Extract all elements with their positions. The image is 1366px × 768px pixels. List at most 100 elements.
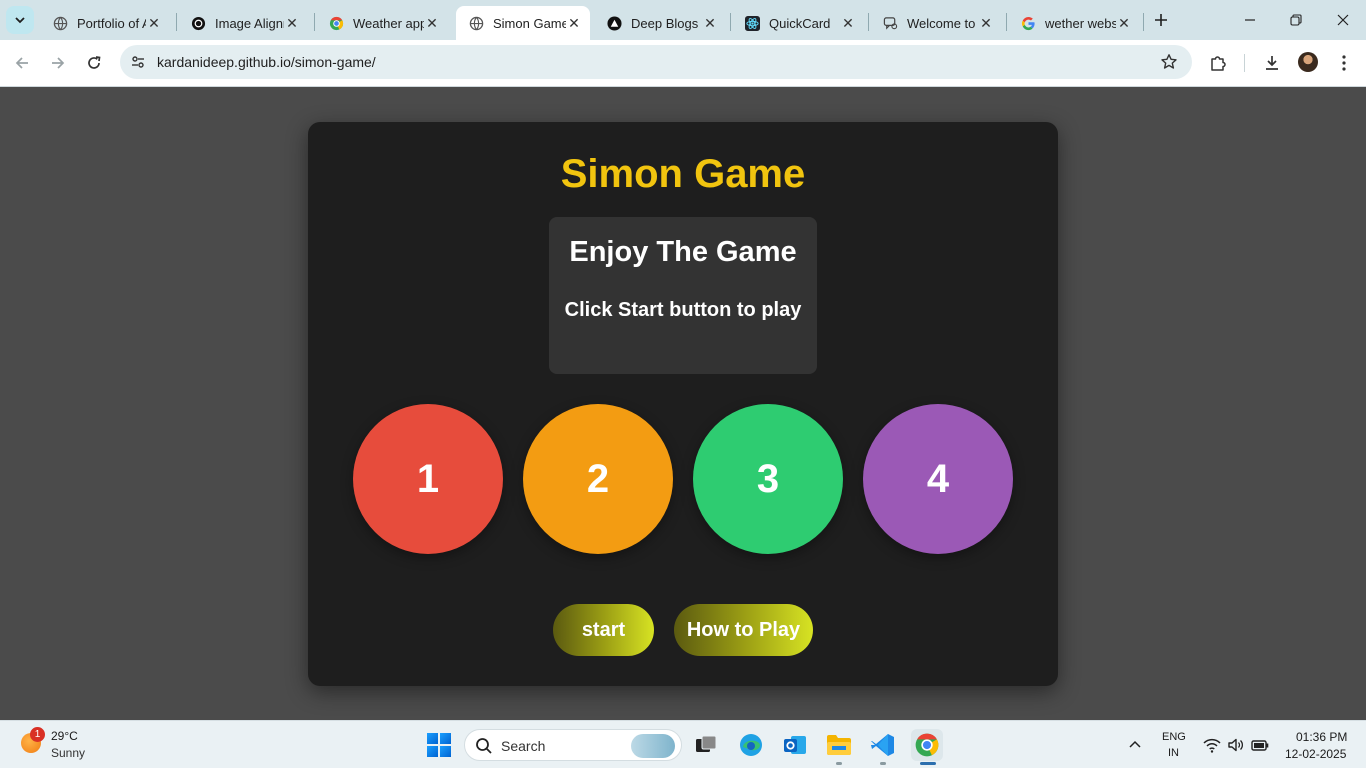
close-icon[interactable]: ✕ (424, 15, 440, 31)
chevron-up-icon[interactable] (1127, 737, 1143, 753)
tab-quickcard[interactable]: QuickCard ✕ (732, 6, 864, 40)
chrome-button[interactable] (911, 729, 943, 761)
close-icon[interactable]: ✕ (146, 15, 162, 31)
tab-title: wether webs (1045, 15, 1116, 31)
region-indicator: IN (1168, 747, 1179, 759)
weather-temperature: 29°C (51, 729, 78, 743)
clock-date[interactable]: 12-02-2025 (1285, 747, 1346, 761)
reload-button[interactable] (82, 51, 106, 75)
simon-button-red[interactable]: 1 (353, 404, 503, 554)
menu-button[interactable] (1332, 51, 1356, 75)
back-arrow-icon (15, 57, 28, 69)
how-to-play-button[interactable]: How to Play (674, 604, 813, 656)
tab-divider (1143, 13, 1144, 31)
tab-wether-webs[interactable]: wether webs ✕ (1008, 6, 1140, 40)
edge-button[interactable] (735, 729, 767, 761)
bookmark-star-icon[interactable] (1160, 53, 1178, 71)
chat-icon (882, 15, 898, 31)
outlook-icon (784, 736, 806, 754)
tab-simon-game[interactable]: Simon Game ✕ (456, 6, 590, 40)
wifi-icon[interactable] (1203, 736, 1221, 754)
restore-button[interactable] (1280, 6, 1312, 34)
tab-divider (1006, 13, 1007, 31)
profile-avatar[interactable] (1298, 52, 1318, 72)
volume-icon[interactable] (1227, 736, 1245, 754)
simon-button-green[interactable]: 3 (693, 404, 843, 554)
tab-title: Deep Blogs (631, 15, 699, 31)
back-button[interactable] (10, 51, 34, 75)
close-icon[interactable]: ✕ (702, 15, 718, 31)
puzzle-icon (1211, 56, 1226, 71)
tab-divider (868, 13, 869, 31)
start-menu-button[interactable] (427, 733, 451, 757)
tab-weather-app[interactable]: Weather app ✕ (316, 6, 448, 40)
downloads-button[interactable] (1260, 51, 1284, 75)
close-icon[interactable]: ✕ (1116, 15, 1132, 31)
forward-button[interactable] (46, 51, 70, 75)
task-view-button[interactable] (690, 729, 722, 761)
tab-title: Weather app (353, 15, 424, 31)
tab-divider (314, 13, 315, 31)
simon-button-orange[interactable]: 2 (523, 404, 673, 554)
globe-icon (52, 15, 68, 31)
chevron-down-icon (15, 17, 25, 24)
forward-arrow-icon (52, 57, 65, 69)
search-icon (476, 738, 492, 754)
search-label: Search (501, 738, 546, 754)
status-heading: Enjoy The Game (569, 236, 797, 268)
tab-title: Simon Game (493, 15, 566, 31)
taskbar: 1 29°C Sunny Search ENG IN 01:36 PM 12-0… (0, 720, 1366, 768)
running-indicator (880, 762, 886, 765)
chrome-icon (915, 733, 939, 757)
search-highlight-image (631, 734, 675, 758)
google-icon (1020, 15, 1036, 31)
running-indicator (836, 762, 842, 765)
tab-portfolio[interactable]: Portfolio of A ✕ (40, 6, 170, 40)
globe-icon (468, 15, 484, 31)
tab-divider (176, 13, 177, 31)
notification-badge: 1 (30, 727, 45, 742)
game-container: Simon Game Enjoy The Game Click Start bu… (308, 122, 1058, 686)
vscode-button[interactable] (867, 729, 899, 761)
outlook-button[interactable] (779, 729, 811, 761)
tab-welcome[interactable]: Welcome to ✕ (870, 6, 1002, 40)
close-icon[interactable]: ✕ (284, 15, 300, 31)
tab-title: QuickCard (769, 15, 831, 31)
close-icon[interactable]: ✕ (840, 15, 856, 31)
site-settings-icon[interactable] (128, 52, 148, 72)
tab-divider (730, 13, 731, 31)
reload-icon (88, 56, 101, 69)
tab-image-alignment[interactable]: Image Alignm ✕ (178, 6, 308, 40)
toolbar-divider (1244, 54, 1245, 72)
download-icon (1266, 56, 1278, 70)
windows-logo-icon (427, 733, 438, 744)
close-window-button[interactable] (1327, 6, 1359, 34)
start-button[interactable]: start (553, 604, 654, 656)
active-indicator (920, 762, 936, 765)
minimize-button[interactable] (1234, 6, 1266, 34)
minimize-icon (1245, 19, 1255, 21)
browser-toolbar: kardanideep.github.io/simon-game/ (0, 40, 1366, 87)
status-message: Click Start button to play (564, 299, 802, 321)
address-bar[interactable]: kardanideep.github.io/simon-game/ (120, 45, 1192, 79)
taskbar-search[interactable]: Search (464, 729, 682, 761)
language-indicator[interactable]: ENG (1162, 731, 1186, 743)
edge-icon (740, 734, 762, 756)
openai-icon (190, 15, 206, 31)
close-icon[interactable]: ✕ (978, 15, 994, 31)
url-text[interactable]: kardanideep.github.io/simon-game/ (157, 54, 376, 70)
battery-icon[interactable] (1251, 736, 1269, 754)
simon-button-purple[interactable]: 4 (863, 404, 1013, 554)
chrome-icon (328, 15, 344, 31)
new-tab-button[interactable] (1150, 9, 1172, 31)
file-explorer-button[interactable] (823, 729, 855, 761)
weather-condition: Sunny (51, 746, 86, 760)
game-title: Simon Game (560, 152, 806, 196)
tab-search-button[interactable] (6, 6, 34, 34)
tab-deep-blogs[interactable]: Deep Blogs ✕ (594, 6, 726, 40)
react-icon (744, 15, 760, 31)
clock-time[interactable]: 01:36 PM (1296, 730, 1347, 744)
close-icon[interactable]: ✕ (566, 15, 582, 31)
tab-strip: Portfolio of A ✕ Image Alignm ✕ Weather … (0, 0, 1366, 40)
extensions-button[interactable] (1206, 51, 1230, 75)
